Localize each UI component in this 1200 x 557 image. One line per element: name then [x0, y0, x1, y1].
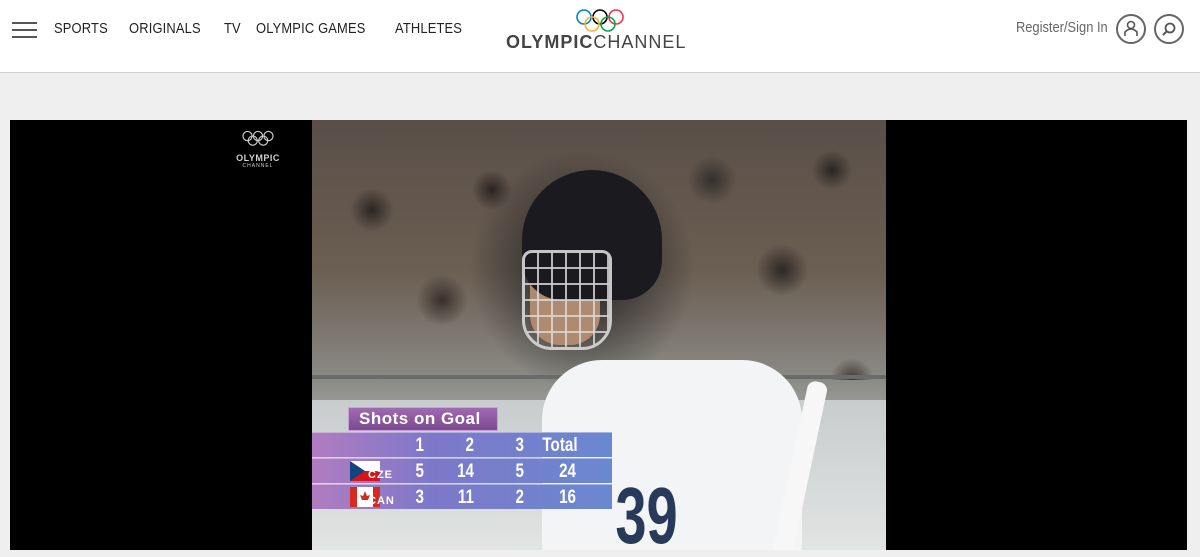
- scoreboard-row-can: CAN 3 11 2 16: [312, 484, 612, 509]
- logo-wordmark: OLYMPICCHANNEL: [506, 32, 687, 52]
- register-sign-in-link[interactable]: Register/Sign In: [1016, 19, 1108, 36]
- cze-total: 24: [559, 461, 576, 482]
- scoreboard-row-cze: CZE 5 14 5 24: [312, 458, 612, 483]
- nav-item-sports[interactable]: SPORTS: [54, 20, 108, 37]
- shots-on-goal-scoreboard: Shots on Goal 1 2 3 Total CZE 5 14 5 24: [312, 407, 612, 509]
- olympic-channel-logo[interactable]: OLYMPICCHANNEL: [506, 8, 694, 54]
- user-icon[interactable]: [1116, 14, 1146, 44]
- header-total: Total: [542, 435, 578, 456]
- scoreboard-header-row: 1 2 3 Total: [312, 432, 612, 457]
- nav-item-athletes[interactable]: ATHLETES: [395, 20, 462, 37]
- search-icon[interactable]: [1154, 14, 1184, 44]
- olympic-rings-icon: [576, 9, 624, 32]
- nav-item-originals[interactable]: ORIGINALS: [129, 20, 201, 37]
- video-player[interactable]: OLYMPIC CHANNEL 39 Shots on Goal 1 2 3 T…: [10, 120, 1187, 550]
- can-total: 16: [559, 487, 576, 508]
- header-period-3: 3: [515, 435, 524, 456]
- can-period-3: 2: [515, 487, 524, 508]
- team-code-cze: CZE: [368, 469, 393, 481]
- header-period-1: 1: [415, 435, 424, 456]
- watermark-line2: CHANNEL: [242, 163, 274, 169]
- watermark-rings-icon: [242, 130, 274, 146]
- jersey-number: 39: [615, 471, 678, 550]
- site-header: SPORTS ORIGINALS TV OLYMPIC GAMES ATHLET…: [0, 0, 1200, 73]
- nav-item-tv[interactable]: TV: [224, 20, 241, 37]
- face-cage: [522, 250, 612, 350]
- cze-period-1: 5: [415, 461, 424, 482]
- nav-item-olympic-games[interactable]: OLYMPIC GAMES: [256, 20, 366, 37]
- watermark-line1: OLYMPIC: [236, 153, 280, 163]
- can-period-1: 3: [415, 487, 424, 508]
- header-period-2: 2: [465, 435, 474, 456]
- scoreboard-title: Shots on Goal: [348, 407, 498, 431]
- cze-period-3: 5: [515, 461, 524, 482]
- can-period-2: 11: [457, 487, 474, 508]
- cze-period-2: 14: [457, 461, 474, 482]
- hamburger-menu-icon[interactable]: [12, 21, 37, 39]
- main-nav: SPORTS ORIGINALS TV OLYMPIC GAMES ATHLET…: [54, 20, 485, 37]
- channel-watermark: OLYMPIC CHANNEL: [230, 130, 286, 169]
